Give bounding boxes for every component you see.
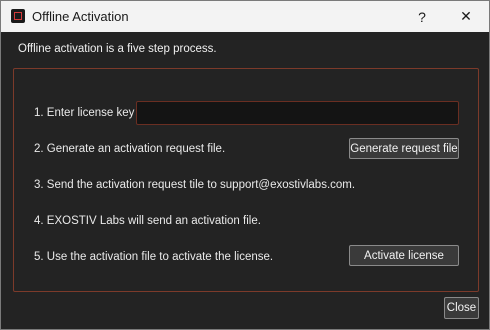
step-2-label: 2. Generate an activation request file. bbox=[34, 143, 226, 155]
dialog-content: Offline activation is a five step proces… bbox=[1, 32, 489, 329]
help-icon: ? bbox=[418, 8, 426, 25]
close-icon: ✕ bbox=[460, 8, 472, 24]
close-button[interactable]: Close bbox=[444, 297, 479, 319]
offline-activation-dialog: Offline Activation ? ✕ Offline activatio… bbox=[0, 0, 490, 330]
intro-text: Offline activation is a five step proces… bbox=[18, 43, 217, 55]
help-button[interactable]: ? bbox=[399, 1, 445, 32]
activate-license-button[interactable]: Activate license bbox=[349, 245, 459, 266]
generate-request-file-button[interactable]: Generate request file bbox=[349, 138, 459, 159]
license-key-input[interactable] bbox=[136, 101, 459, 125]
title-bar[interactable]: Offline Activation ? ✕ bbox=[1, 1, 489, 32]
steps-group: 1. Enter license key 2. Generate an acti… bbox=[13, 68, 479, 292]
step-1-label: 1. Enter license key bbox=[34, 107, 135, 119]
step-5-label: 5. Use the activation file to activate t… bbox=[34, 251, 274, 263]
step-4-label: 4. EXOSTIV Labs will send an activation … bbox=[34, 215, 261, 227]
app-icon bbox=[11, 9, 25, 23]
step-3-label: 3. Send the activation request tile to s… bbox=[34, 179, 356, 191]
window-title: Offline Activation bbox=[32, 9, 129, 24]
window-close-button[interactable]: ✕ bbox=[443, 1, 489, 32]
